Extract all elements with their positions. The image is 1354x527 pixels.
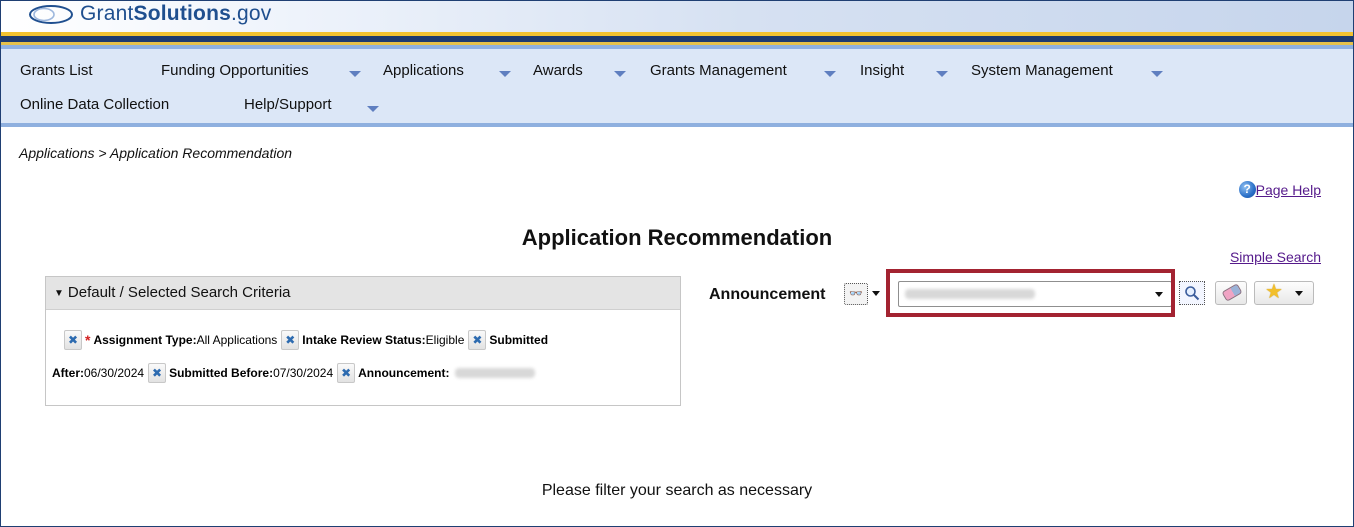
- remove-criterion-icon[interactable]: ✖: [148, 363, 167, 383]
- chevron-down-icon[interactable]: [349, 71, 361, 77]
- highlight-box: [886, 269, 1175, 317]
- app-window: GrantSolutions.gov Grants List Funding O…: [0, 0, 1354, 527]
- chevron-down-icon[interactable]: [872, 291, 880, 296]
- nav-item-system-management[interactable]: System Management: [971, 62, 1113, 80]
- chevron-down-icon[interactable]: [936, 71, 948, 77]
- nav-border: [1, 123, 1353, 127]
- remove-criterion-icon[interactable]: ✖: [468, 330, 487, 350]
- collapse-triangle-icon[interactable]: ▼: [54, 288, 64, 299]
- redacted-value: [455, 368, 536, 378]
- criterion-value: 07/30/2024: [273, 366, 334, 380]
- logo-text: GrantSolutions.gov: [80, 2, 272, 25]
- site-logo[interactable]: GrantSolutions.gov: [28, 2, 272, 26]
- criteria-panel-header[interactable]: ▼ Default / Selected Search Criteria: [46, 277, 680, 310]
- main-nav: Grants List Funding Opportunities Applic…: [1, 49, 1353, 123]
- criteria-line-2: After: 06/30/2024 ✖ Submitted Before: 07…: [52, 363, 536, 383]
- breadcrumb: Applications > Application Recommendatio…: [19, 145, 293, 161]
- criterion-value: 06/30/2024: [84, 366, 145, 380]
- remove-criterion-icon[interactable]: ✖: [337, 363, 356, 383]
- criterion-label-after: After:: [52, 366, 84, 380]
- criteria-panel-title: Default / Selected Search Criteria: [67, 284, 291, 301]
- page-help-label[interactable]: Page Help: [1256, 182, 1321, 198]
- lookup-search-button[interactable]: [1179, 281, 1205, 305]
- chevron-down-icon[interactable]: [1295, 291, 1303, 296]
- chevron-down-icon[interactable]: [499, 71, 511, 77]
- remove-criterion-icon[interactable]: ✖: [281, 330, 300, 350]
- nav-item-online-data-collection[interactable]: Online Data Collection: [20, 96, 169, 114]
- nav-item-insight[interactable]: Insight: [860, 62, 904, 80]
- simple-search-link[interactable]: Simple Search: [1230, 249, 1321, 265]
- nav-item-help-support[interactable]: Help/Support: [244, 96, 332, 114]
- nav-item-awards[interactable]: Awards: [533, 62, 583, 80]
- page-help-link[interactable]: ? Page Help: [1238, 181, 1321, 198]
- nav-item-applications[interactable]: Applications: [383, 62, 464, 80]
- nav-item-funding-opportunities[interactable]: Funding Opportunities: [161, 62, 309, 80]
- filter-message: Please filter your search as necessary: [541, 482, 813, 499]
- criterion-value: All Applications: [196, 333, 278, 347]
- required-marker: *: [85, 332, 91, 348]
- magnifier-icon: [1185, 286, 1200, 301]
- remove-criterion-icon[interactable]: ✖: [64, 330, 82, 350]
- help-icon[interactable]: ?: [1238, 181, 1256, 198]
- chevron-down-icon[interactable]: [824, 71, 836, 77]
- criterion-label: Assignment Type:: [93, 333, 197, 347]
- logo-ellipse-icon: [29, 4, 73, 24]
- search-criteria-panel: ▼ Default / Selected Search Criteria ✖ * …: [45, 276, 681, 406]
- site-header: GrantSolutions.gov: [1, 1, 1353, 33]
- criterion-label: Announcement:: [358, 366, 450, 380]
- criterion-label: Intake Review Status:: [302, 333, 426, 347]
- chevron-down-icon[interactable]: [367, 106, 379, 112]
- clear-button[interactable]: [1215, 281, 1247, 305]
- star-icon: ★: [1265, 281, 1283, 303]
- criterion-label: Submitted Before:: [169, 366, 274, 380]
- binoculars-icon[interactable]: 👓: [844, 283, 868, 305]
- criterion-label-submitted: Submitted: [489, 333, 549, 347]
- criteria-line-1: ✖ * Assignment Type: All Applications ✖ …: [64, 330, 548, 350]
- chevron-down-icon[interactable]: [1151, 71, 1163, 77]
- page-title: Application Recommendation: [521, 225, 833, 250]
- nav-item-grants-management[interactable]: Grants Management: [650, 62, 787, 80]
- eraser-icon: [1221, 283, 1243, 302]
- chevron-down-icon[interactable]: [614, 71, 626, 77]
- criterion-value: Eligible: [425, 333, 465, 347]
- nav-item-grants-list[interactable]: Grants List: [20, 62, 93, 80]
- announcement-label: Announcement: [709, 286, 826, 303]
- favorites-button[interactable]: ★: [1254, 281, 1314, 305]
